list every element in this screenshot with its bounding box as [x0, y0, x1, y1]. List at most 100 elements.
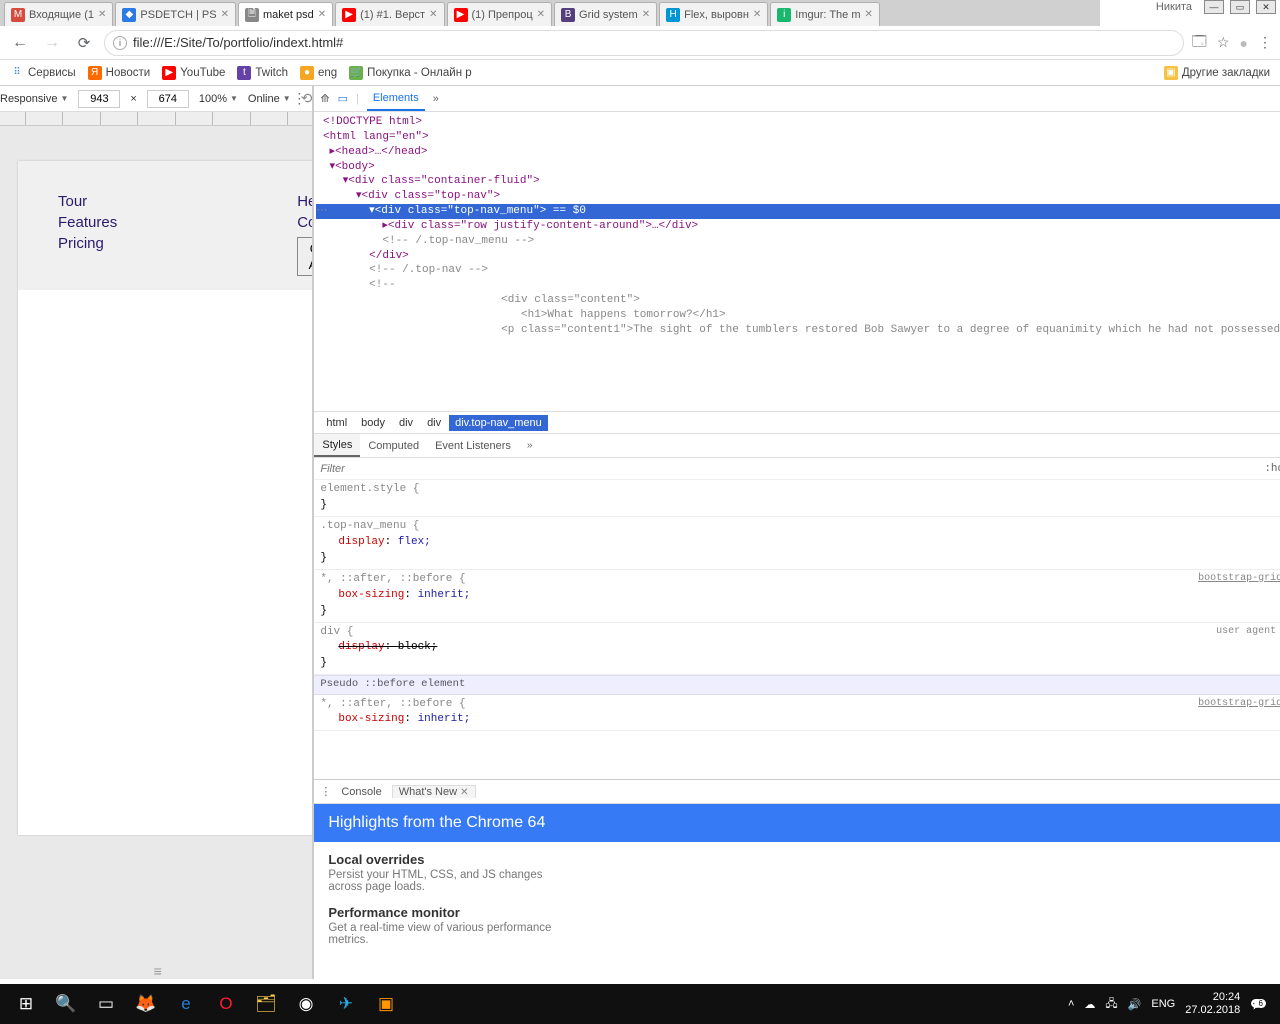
browser-tab[interactable]: ◆PSDETCH | PS✕ — [115, 2, 236, 26]
bookmark-item[interactable]: ▶YouTube — [162, 66, 225, 80]
info-icon[interactable]: i — [113, 36, 127, 50]
bookmark-item[interactable]: ЯНовости — [88, 66, 151, 80]
folder-icon: ▣ — [1164, 66, 1178, 80]
bookmark-item[interactable]: 🛒Покупка - Онлайн р — [349, 66, 471, 80]
resize-handle-icon[interactable]: ≡ — [154, 963, 159, 979]
edge-icon[interactable]: e — [166, 984, 206, 1024]
browser-tab[interactable]: ▶(1) #1. Верст✕ — [335, 2, 444, 26]
devtools-drawer: ⋮ Console What's New ✕ ✕ Highlights from… — [314, 779, 1280, 979]
youtube-icon: ▶ — [342, 8, 356, 22]
chevron-down-icon: ▼ — [230, 94, 238, 103]
hov-toggle[interactable]: :hov — [1264, 463, 1280, 475]
close-icon[interactable]: ✕ — [221, 9, 229, 20]
address-bar[interactable]: i — [104, 30, 1184, 56]
ruler — [0, 112, 312, 126]
tray-onedrive-icon[interactable]: ☁ — [1084, 998, 1095, 1011]
inspect-icon[interactable]: ⟰ — [320, 92, 329, 105]
bookmark-apps[interactable]: ⠿Сервисы — [10, 66, 76, 80]
nav-link-features[interactable]: Features — [58, 212, 117, 233]
width-input[interactable] — [78, 90, 120, 108]
event-listeners-tab[interactable]: Event Listeners — [427, 434, 519, 457]
cart-icon: 🛒 — [349, 66, 363, 80]
more-tabs-icon[interactable]: » — [519, 434, 541, 457]
close-icon[interactable]: ✕ — [537, 9, 545, 20]
other-bookmarks[interactable]: ▣Другие закладки — [1164, 66, 1270, 80]
close-icon[interactable]: ✕ — [98, 9, 106, 20]
search-icon[interactable]: 🔍 — [46, 984, 86, 1024]
devtools-panel: ⟰ ▭ | Elements » ▲2 ⋮ ✕ <!DOCTYPE html> … — [313, 86, 1280, 979]
browser-navbar: ← → ⟳ i 🗔 ☆ ● ⋮ — [0, 26, 1280, 60]
tray-volume-icon[interactable]: 🔊 — [1128, 998, 1142, 1011]
browser-tab[interactable]: HFlex, выровн✕ — [659, 2, 768, 26]
star-bookmark-icon[interactable]: ☆ — [1217, 34, 1230, 51]
chrome-icon[interactable]: ◉ — [286, 984, 326, 1024]
device-select[interactable]: Responsive▼ — [0, 93, 68, 105]
styles-tabs: Styles Computed Event Listeners » — [314, 434, 1280, 458]
tray-network-icon[interactable]: 🖧 — [1105, 995, 1117, 1014]
dom-tree[interactable]: <!DOCTYPE html> <html lang="en"> ▸<head>… — [314, 112, 1280, 412]
devtools-tab-elements[interactable]: Elements — [367, 86, 425, 111]
forward-button[interactable]: → — [40, 31, 64, 55]
throttle-select[interactable]: Online▼ — [248, 93, 291, 105]
close-icon[interactable]: ✕ — [318, 9, 326, 20]
tray-chevron-icon[interactable]: ˄ — [1068, 998, 1074, 1010]
back-button[interactable]: ← — [8, 31, 32, 55]
get-app-button[interactable]: Get App — [297, 237, 312, 276]
close-icon[interactable]: ✕ — [460, 787, 468, 798]
action-center-icon[interactable]: 💬6 — [1250, 998, 1264, 1011]
close-window-button[interactable]: ✕ — [1256, 0, 1276, 14]
more-icon[interactable]: ⋮ — [292, 90, 306, 107]
bookmark-item[interactable]: ●eng — [300, 66, 337, 80]
dom-breadcrumb[interactable]: html body div div div.top-nav_menu — [314, 412, 1280, 434]
opera-icon[interactable]: O — [206, 984, 246, 1024]
tray-clock[interactable]: 20:24 27.02.2018 — [1185, 991, 1240, 1017]
close-icon[interactable]: ✕ — [753, 9, 761, 20]
drawer-tab-console[interactable]: Console — [335, 786, 387, 798]
whatsnew-item-title[interactable]: Local overrides — [328, 852, 1280, 867]
menu-icon[interactable]: ⋮ — [1258, 34, 1272, 51]
styles-tab[interactable]: Styles — [314, 434, 360, 457]
device-toggle-icon[interactable]: ▭ — [338, 92, 348, 105]
translate-icon[interactable]: 🗔 — [1192, 31, 1207, 55]
browser-tab[interactable]: ▶(1) Препроц✕ — [447, 2, 553, 26]
reload-button[interactable]: ⟳ — [72, 31, 96, 55]
drawer-menu-icon[interactable]: ⋮ — [320, 785, 331, 798]
drawer-tab-whatsnew[interactable]: What's New ✕ — [392, 785, 476, 798]
device-toolbar: Responsive▼ × 100%▼ Online▼ ⟲ ⋮ — [0, 86, 312, 112]
maximize-button[interactable]: ▭ — [1230, 0, 1250, 14]
minimize-button[interactable]: — — [1204, 0, 1224, 14]
browser-tab-active[interactable]: 🗎maket psd✕ — [238, 2, 333, 26]
taskview-icon[interactable]: ▭ — [86, 984, 126, 1024]
browser-tab[interactable]: MВходящие (1✕ — [4, 2, 113, 26]
tray-lang[interactable]: ENG — [1151, 998, 1175, 1010]
selected-dom-node[interactable]: ⋯ ▾<div class="top-nav_menu"> == $0 — [316, 204, 1280, 219]
browser-tab[interactable]: BGrid system✕ — [554, 2, 657, 26]
nav-link-contacts[interactable]: Contacts — [297, 212, 312, 233]
whatsnew-item-title[interactable]: Performance monitor — [328, 905, 1280, 920]
sublime-icon[interactable]: ▣ — [366, 984, 406, 1024]
nav-link-help[interactable]: Help — [297, 191, 312, 212]
nav-link-pricing[interactable]: Pricing — [58, 233, 117, 254]
telegram-icon[interactable]: ✈ — [326, 984, 366, 1024]
height-input[interactable] — [147, 90, 189, 108]
styles-filter-input[interactable] — [320, 463, 1258, 475]
more-tabs-icon[interactable]: » — [433, 93, 439, 105]
browser-tab[interactable]: iImgur: The m✕ — [770, 2, 880, 26]
firefox-icon[interactable]: 🦊 — [126, 984, 166, 1024]
styles-pane[interactable]: element.style { } main.css:5 .top-nav_me… — [314, 480, 1280, 779]
zoom-select[interactable]: 100%▼ — [199, 93, 238, 105]
start-button[interactable]: ⊞ — [6, 984, 46, 1024]
profile-icon[interactable]: ● — [1240, 35, 1248, 51]
explorer-icon[interactable]: 🗂 — [246, 984, 286, 1024]
nav-link-tour[interactable]: Tour — [58, 191, 117, 212]
url-input[interactable] — [133, 35, 1175, 50]
computed-tab[interactable]: Computed — [360, 434, 427, 457]
bookmark-item[interactable]: tTwitch — [237, 66, 288, 80]
gmail-icon: M — [11, 8, 25, 22]
close-icon[interactable]: ✕ — [642, 9, 650, 20]
brand-logo: NEWPROVIDENCE — [58, 169, 312, 187]
close-icon[interactable]: ✕ — [865, 9, 873, 20]
folder-icon: ● — [300, 66, 314, 80]
bootstrap-icon: B — [561, 8, 575, 22]
close-icon[interactable]: ✕ — [429, 9, 437, 20]
